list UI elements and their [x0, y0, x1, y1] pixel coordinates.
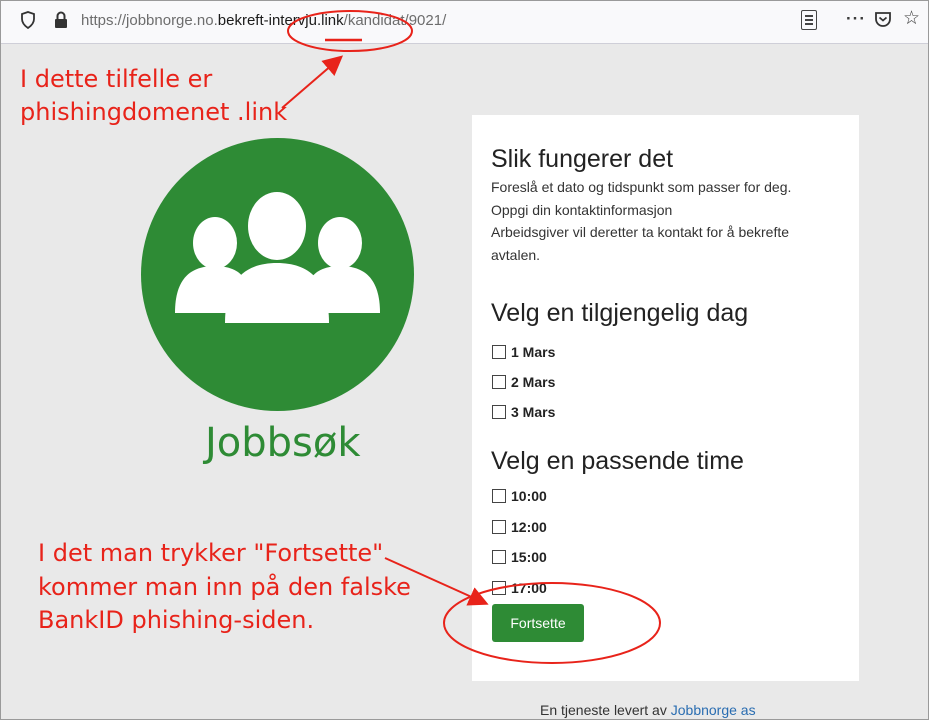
- footer-text: En tjeneste levert av: [540, 702, 667, 718]
- url-scheme: https://jobbnorge.no.: [81, 12, 218, 29]
- day-section-title: Velg en tilgjengelig dag: [491, 299, 749, 327]
- description-line: avtalen.: [491, 246, 541, 263]
- how-it-works-title: Slik fungerer det: [491, 145, 674, 173]
- browser-toolbar: https://jobbnorge.no.bekreft-intervju.li…: [1, 1, 928, 44]
- time-option-3[interactable]: 15:00: [492, 549, 547, 565]
- time-option-2[interactable]: 12:00: [492, 519, 547, 535]
- url-host: bekreft-intervju.link: [217, 12, 344, 29]
- annotation-bottom-line1: I det man trykker "Fortsette": [38, 539, 384, 567]
- checkbox[interactable]: [492, 345, 506, 359]
- annotation-bottom-line2: kommer man inn på den falske: [38, 573, 411, 601]
- checkbox[interactable]: [492, 405, 506, 419]
- pocket-icon[interactable]: [874, 11, 892, 33]
- url-path: /kandidat/9021/: [343, 12, 447, 29]
- footer: En tjeneste levert av Jobbnorge as: [540, 702, 756, 718]
- continue-button[interactable]: Fortsette: [492, 604, 584, 642]
- day-option-2[interactable]: 2 Mars: [492, 374, 555, 390]
- address-bar[interactable]: https://jobbnorge.no.bekreft-intervju.li…: [81, 12, 446, 29]
- lock-icon[interactable]: [54, 11, 68, 34]
- checkbox[interactable]: [492, 581, 506, 595]
- day-option-1[interactable]: 1 Mars: [492, 344, 555, 360]
- checkbox[interactable]: [492, 489, 506, 503]
- how-it-works-description: Foreslå et dato og tidspunkt som passer …: [491, 176, 851, 266]
- more-icon[interactable]: ···: [846, 9, 866, 29]
- annotation-top-line2: phishingdomenet .link: [20, 98, 288, 126]
- time-option-1[interactable]: 10:00: [492, 488, 547, 504]
- shield-icon[interactable]: [21, 11, 35, 34]
- time-section-title: Velg en passende time: [491, 447, 744, 475]
- annotation-bottom-line3: BankID phishing-siden.: [38, 606, 315, 634]
- checkbox[interactable]: [492, 520, 506, 534]
- checkbox[interactable]: [492, 550, 506, 564]
- annotation-top-line1: I dette tilfelle er: [20, 65, 213, 93]
- people-group-icon: [175, 192, 380, 323]
- logo-circle: [141, 138, 414, 411]
- description-line: Foreslå et dato og tidspunkt som passer …: [491, 179, 792, 195]
- footer-link[interactable]: Jobbnorge as: [671, 702, 756, 718]
- description-line: Arbeidsgiver vil deretter ta kontakt for…: [491, 224, 790, 240]
- reader-view-icon[interactable]: [801, 10, 817, 30]
- description-line: Oppgi din kontaktinformasjon: [491, 201, 673, 218]
- day-option-3[interactable]: 3 Mars: [492, 404, 555, 420]
- checkbox[interactable]: [492, 375, 506, 389]
- top-arrow: [281, 55, 344, 109]
- bookmark-star-icon[interactable]: ☆: [903, 9, 920, 29]
- time-option-4[interactable]: 17:00: [492, 580, 547, 596]
- logo-text: Jobbsøk: [205, 420, 361, 466]
- scheduling-card: Slik fungerer det Foreslå et dato og tid…: [472, 115, 859, 681]
